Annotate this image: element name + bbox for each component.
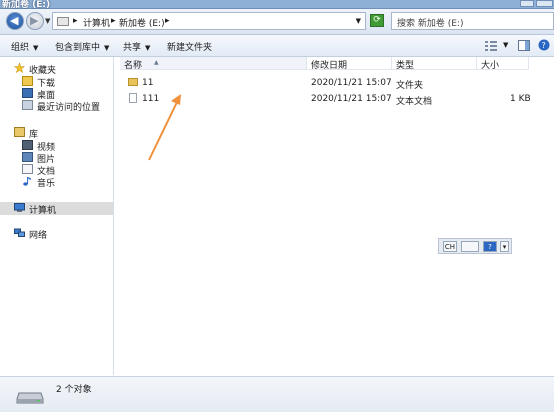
library-icon (14, 127, 25, 137)
ime-language-bar: CH ? ▾ (438, 238, 512, 254)
forward-button[interactable]: ▶ (26, 12, 44, 30)
computer-icon (14, 203, 25, 212)
downloads-folder-icon (22, 76, 33, 86)
nav-label: 收藏夹 (29, 66, 57, 76)
breadcrumb-computer[interactable]: 计算机 (83, 16, 110, 29)
preview-pane-button[interactable] (518, 39, 530, 52)
minimize-button[interactable] (520, 0, 534, 7)
text-file-icon (129, 93, 137, 103)
ime-language-button[interactable]: CH (443, 241, 457, 252)
file-modified: 2020/11/21 15:07 (311, 78, 392, 88)
navigation-pane: 收藏夹 下载 桌面 最近访问的位置 库 视频 图片 文档 音乐 计算机 网络 (0, 57, 114, 375)
forward-arrow-icon: ▶ (30, 14, 39, 27)
include-in-library-label: 包含到库中 (55, 43, 101, 53)
pictures-icon (22, 152, 33, 162)
column-header-name[interactable]: 名称 ▲ (120, 57, 307, 71)
address-bar[interactable]: ▸ 计算机 ▸ 新加卷 (E:) ▸ ▼ (52, 12, 366, 30)
drive-icon (16, 392, 44, 404)
breadcrumb-separator-icon[interactable]: ▸ (111, 16, 116, 26)
organize-label: 组织 (11, 43, 30, 53)
title-bar: 新加卷 (E:) (0, 0, 554, 10)
details-pane: 2 个对象 (0, 376, 554, 412)
documents-icon (22, 164, 33, 174)
nav-label: 最近访问的位置 (37, 103, 101, 113)
share-label: 共享 (123, 43, 142, 53)
share-button[interactable]: 共享 ▼ (123, 40, 150, 53)
computer-icon (57, 17, 69, 26)
chevron-down-icon: ▼ (145, 44, 151, 52)
include-in-library-button[interactable]: 包含到库中 ▼ (55, 40, 109, 53)
refresh-icon: ⟳ (373, 15, 381, 25)
command-bar: 组织 ▼ 包含到库中 ▼ 共享 ▼ 新建文件夹 ▼ ? (0, 35, 554, 57)
column-label: 名称 (124, 61, 143, 71)
help-icon: ? (538, 39, 550, 51)
new-folder-button[interactable]: 新建文件夹 (167, 40, 212, 53)
chevron-down-icon: ▼ (33, 44, 39, 52)
column-label: 修改日期 (311, 61, 348, 71)
file-row[interactable]: 111 2020/11/21 15:07 文本文档 1 KB (114, 93, 554, 107)
desktop-icon (22, 88, 33, 98)
video-icon (22, 140, 33, 150)
help-button[interactable]: ? (538, 39, 550, 52)
column-header-size[interactable]: 大小 (477, 57, 529, 71)
file-size: 1 KB (510, 94, 531, 104)
options-arrow-icon[interactable]: ▾ (500, 241, 509, 252)
nav-label: 网络 (29, 231, 48, 241)
breadcrumb-drive[interactable]: 新加卷 (E:) (119, 16, 165, 29)
search-placeholder: 搜索 新加卷 (E:) (397, 19, 464, 29)
file-row[interactable]: 11 2020/11/21 15:07 文件夹 (114, 77, 554, 91)
file-name: 111 (142, 94, 160, 104)
back-arrow-icon: ◀ (10, 14, 19, 27)
preview-pane-icon (518, 40, 530, 51)
maximize-button[interactable] (536, 0, 553, 7)
column-header-type[interactable]: 类型 (392, 57, 477, 71)
search-input[interactable]: 搜索 新加卷 (E:) (391, 12, 554, 30)
sort-ascending-icon: ▲ (154, 59, 159, 66)
file-name: 11 (142, 78, 154, 88)
history-dropdown-icon[interactable]: ▼ (45, 17, 50, 25)
network-icon (14, 228, 25, 237)
file-type: 文件夹 (396, 81, 424, 91)
status-item-count: 2 个对象 (56, 385, 92, 395)
view-list-icon (485, 41, 497, 51)
column-header-modified[interactable]: 修改日期 (307, 57, 392, 71)
breadcrumb-separator-icon[interactable]: ▸ (73, 16, 78, 26)
help-icon[interactable]: ? (483, 241, 497, 252)
nav-label: 音乐 (37, 179, 56, 189)
address-row: ◀ ▶ ▼ ▸ 计算机 ▸ 新加卷 (E:) ▸ ▼ ⟳ 搜索 新加卷 (E:) (0, 9, 554, 35)
column-label: 大小 (481, 61, 500, 71)
nav-label: 计算机 (29, 206, 57, 216)
address-dropdown-icon[interactable]: ▼ (356, 17, 361, 25)
music-note-icon (23, 177, 31, 186)
svg-text:?: ? (542, 41, 546, 50)
recent-places-icon (22, 100, 33, 110)
column-label: 类型 (396, 61, 415, 71)
file-type: 文本文档 (396, 97, 433, 107)
back-button[interactable]: ◀ (6, 12, 24, 30)
view-options-button[interactable] (485, 39, 497, 52)
file-list: 名称 ▲ 修改日期 类型 大小 11 2020/11/21 15:07 文件夹 … (114, 57, 554, 375)
folder-icon (128, 78, 138, 86)
chevron-down-icon: ▼ (104, 44, 110, 52)
nav-label: 库 (29, 130, 39, 140)
refresh-button[interactable]: ⟳ (370, 14, 384, 27)
breadcrumb-separator-icon[interactable]: ▸ (165, 16, 170, 26)
keyboard-icon[interactable] (461, 241, 479, 252)
view-dropdown-icon[interactable]: ▼ (503, 41, 508, 54)
organize-button[interactable]: 组织 ▼ (11, 40, 38, 53)
file-modified: 2020/11/21 15:07 (311, 94, 392, 104)
star-icon (14, 63, 25, 73)
